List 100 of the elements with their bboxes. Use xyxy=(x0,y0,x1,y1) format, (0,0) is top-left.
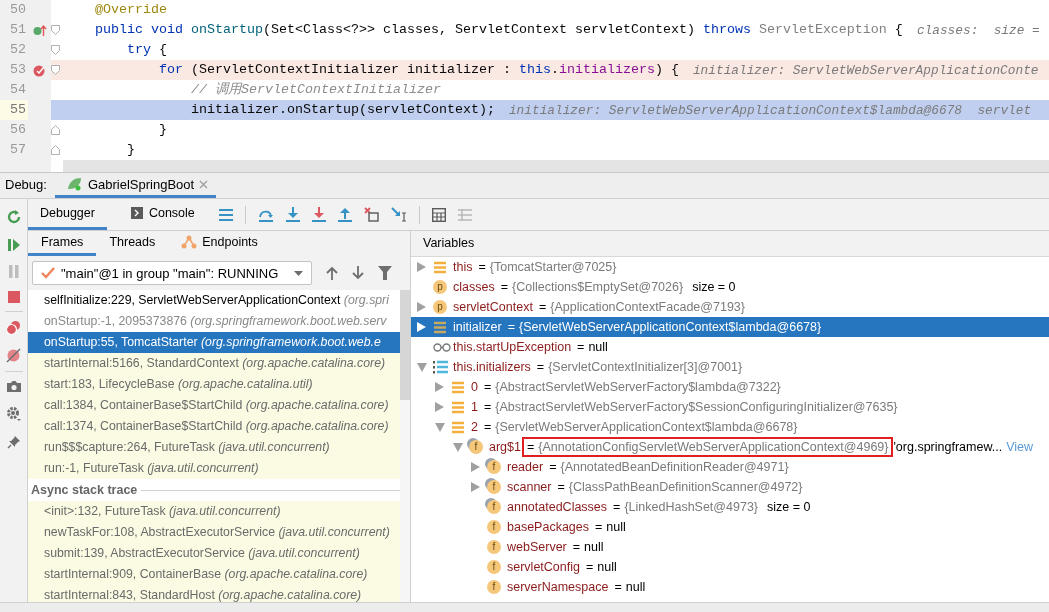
line-number: 57 xyxy=(9,141,27,159)
variable-name: this.initializers xyxy=(453,360,531,374)
value-note: 'org.springframew... xyxy=(893,440,1003,454)
line-number: 56 xyxy=(9,121,27,139)
equals-sign: = xyxy=(483,420,492,434)
equals-sign: = xyxy=(507,320,515,334)
stack-frame[interactable]: selfInitialize:229, ServletWebServerApplicationContext (org.spri xyxy=(28,290,400,311)
rerun-icon[interactable] xyxy=(5,209,22,225)
tool-tab[interactable]: Console xyxy=(118,199,207,230)
horizontal-scrollbar[interactable] xyxy=(63,160,1049,172)
variable-name: 0 xyxy=(471,380,478,394)
field-icon: f xyxy=(487,500,501,514)
selected-row[interactable]: initializer = {ServletWebServerApplicationContext$lambda@6678} xyxy=(411,317,1049,337)
up-arrow-icon[interactable] xyxy=(326,266,338,280)
stack-frame[interactable]: run$$$capture:264, FutureTask (java.util.concurrent) xyxy=(28,437,400,458)
force-step-into-icon[interactable] xyxy=(311,207,326,222)
drop-frame-icon[interactable] xyxy=(363,207,379,222)
equals-sign: = xyxy=(483,400,492,414)
code-line: // 调用ServletContextInitializer xyxy=(191,81,441,99)
stack-frame[interactable]: startInternal:843, StandardHost (org.apache.catalina.core) xyxy=(28,585,400,602)
expand-arrow-icon[interactable] xyxy=(417,302,426,312)
resume-icon[interactable] xyxy=(6,238,21,252)
pause-icon[interactable] xyxy=(7,265,20,278)
menu-icon[interactable] xyxy=(218,208,233,221)
view-link[interactable]: View xyxy=(1002,440,1034,454)
variable-name: reader xyxy=(507,460,544,474)
variable-value: {AbstractServletWebServerFactory$SessionConfiguringInitializer@7635} xyxy=(495,400,898,414)
stack-frame[interactable]: onStartup:-1, 2095373876 (org.springframework.boot.web.serv xyxy=(28,311,400,332)
value-note: size = 0 xyxy=(766,500,811,514)
filter-icon[interactable] xyxy=(378,266,392,280)
variable-value: null xyxy=(606,520,626,534)
run-to-cursor-icon[interactable] xyxy=(390,207,407,222)
stack-frame[interactable]: run:-1, FutureTask (java.util.concurrent) xyxy=(28,458,400,479)
collapse-arrow-icon[interactable] xyxy=(417,362,427,372)
variable-value: {ServletWebServerApplicationContext$lambda@6678} xyxy=(495,420,798,434)
step-into-icon[interactable] xyxy=(285,207,300,222)
camera-icon[interactable] xyxy=(5,380,22,393)
expand-arrow-icon[interactable] xyxy=(435,402,444,412)
close-icon[interactable] xyxy=(199,179,209,189)
object-icon xyxy=(433,260,447,274)
variable-value: {AnnotationConfigServletWebServerApplicationContext@4969} xyxy=(538,440,889,454)
collapse-arrow-icon[interactable] xyxy=(435,422,445,432)
object-icon xyxy=(451,400,465,414)
panel-tab[interactable]: Threads xyxy=(96,231,169,256)
caret-icon xyxy=(294,270,303,276)
collapse-arrow-icon[interactable] xyxy=(453,442,463,452)
inline-value-hint: initializer: ServletWebServerApplicationContext$lambda@6678 servlet xyxy=(507,102,1032,118)
stack-frame[interactable]: startInternal:909, ContainerBase (org.apache.catalina.core) xyxy=(28,564,400,585)
code-line: for (ServletContextInitializer initializer : this.initializers) { xyxy=(159,61,679,79)
variable-value: {ServletWebServerApplicationContext$lambda@6678} xyxy=(518,320,822,334)
variable-value: null xyxy=(597,560,617,574)
mute-breakpoints-icon[interactable] xyxy=(6,348,21,363)
calculator-icon[interactable] xyxy=(431,207,446,222)
stack-frame[interactable]: submit:139, AbstractExecutorService (java.util.concurrent) xyxy=(28,543,400,564)
stack-frame[interactable]: call:1374, ContainerBase$StartChild (org.apache.catalina.core) xyxy=(28,416,400,437)
breakpoint-icon[interactable] xyxy=(33,63,46,77)
equals-sign: = xyxy=(527,440,535,454)
expand-arrow-icon[interactable] xyxy=(471,462,480,472)
stack-frame[interactable]: start:183, LifecycleBase (org.apache.catalina.util) xyxy=(28,374,400,395)
stack-frame[interactable]: onStartup:55, TomcatStarter (org.springframework.boot.web.e xyxy=(28,332,400,353)
variable-value: {TomcatStarter@7025} xyxy=(489,260,617,274)
variable-name: this.startUpException xyxy=(453,340,572,354)
variable-value: {ApplicationContextFacade@7193} xyxy=(550,300,745,314)
equals-sign: = xyxy=(500,280,508,294)
expand-arrow-icon[interactable] xyxy=(417,262,426,272)
settings-icon[interactable] xyxy=(5,406,22,422)
variable-name: 1 xyxy=(471,400,478,414)
variable-value: {Collections$EmptySet@7026} xyxy=(512,280,684,294)
breakpoints-icon[interactable] xyxy=(6,320,21,335)
pin-icon[interactable] xyxy=(6,435,21,449)
endpoints-icon xyxy=(181,235,198,249)
scrollbar-thumb[interactable] xyxy=(400,290,410,400)
variable-name: basePackages xyxy=(507,520,589,534)
layout-icon[interactable] xyxy=(457,208,472,221)
variable-name: annotatedClasses xyxy=(507,500,608,514)
field-icon: f xyxy=(487,560,501,574)
stack-frame[interactable]: call:1384, ContainerBase$StartChild (org.apache.catalina.core) xyxy=(28,395,400,416)
equals-sign: = xyxy=(585,560,594,574)
code-line: @Override xyxy=(95,1,167,19)
variable-value: null xyxy=(588,340,608,354)
line-number: 51 xyxy=(9,21,27,39)
equals-sign: = xyxy=(549,460,557,474)
step-out-icon[interactable] xyxy=(337,207,352,222)
expand-arrow-icon[interactable] xyxy=(417,322,426,332)
stack-frame[interactable]: startInternal:5166, StandardContext (org.apache.catalina.core) xyxy=(28,353,400,374)
expand-arrow-icon[interactable] xyxy=(471,482,480,492)
thread-dropdown[interactable]: "main"@1 in group "main": RUNNING xyxy=(32,261,312,285)
equals-sign: = xyxy=(577,340,585,354)
parameter-icon: p xyxy=(433,300,447,314)
section-header: Async stack trace xyxy=(31,483,138,497)
stack-frame[interactable]: <init>:132, FutureTask (java.util.concurrent) xyxy=(28,501,400,522)
panel-tab[interactable]: Endpoints xyxy=(168,231,271,256)
code-line: } xyxy=(127,141,135,159)
variable-value: null xyxy=(584,540,604,554)
down-arrow-icon[interactable] xyxy=(352,266,364,280)
implements-icon[interactable] xyxy=(32,23,47,37)
expand-arrow-icon[interactable] xyxy=(435,382,444,392)
stop-icon[interactable] xyxy=(7,291,20,303)
stack-frame[interactable]: newTaskFor:108, AbstractExecutorService (java.util.concurrent) xyxy=(28,522,400,543)
equals-sign: = xyxy=(572,540,581,554)
